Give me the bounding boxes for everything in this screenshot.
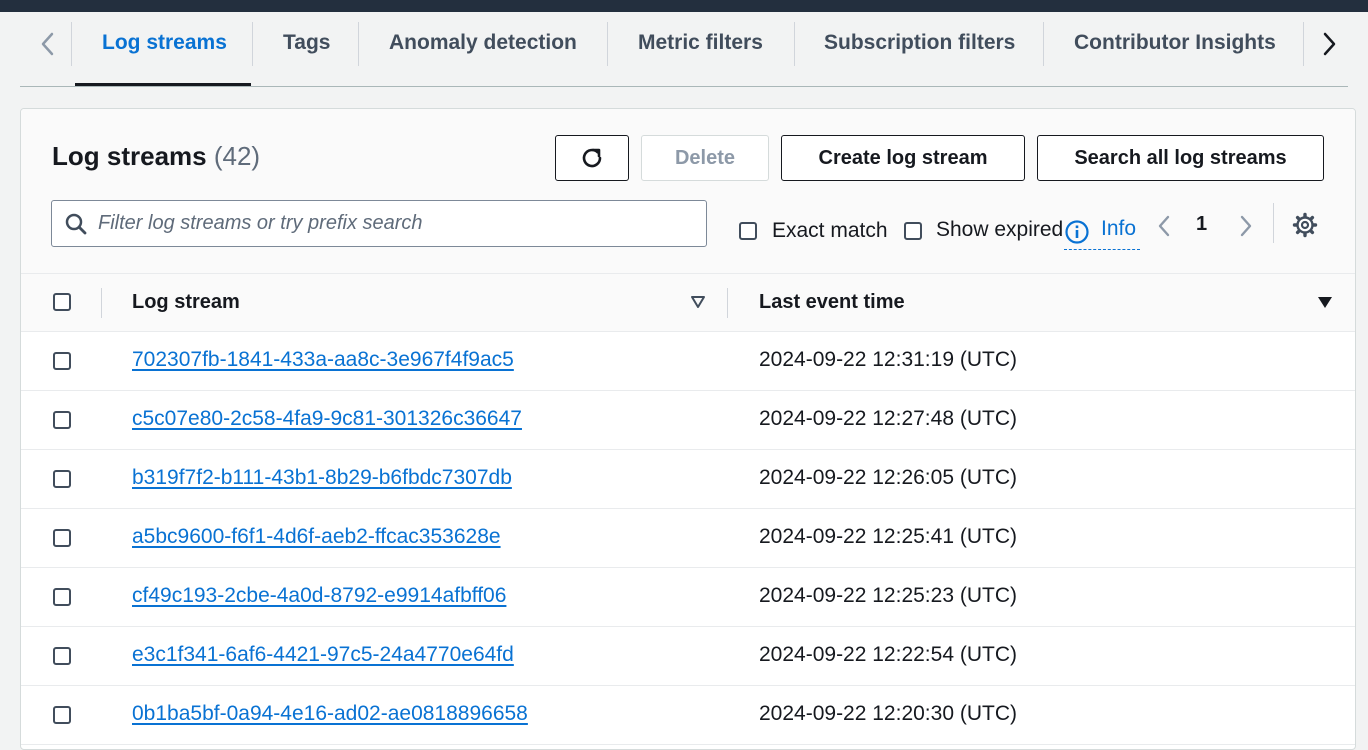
log-stream-link[interactable]: cf49c193-2cbe-4a0d-8792-e9914afbff06 [132,584,506,608]
filter-search-box [51,200,707,247]
tab-scroll-left-button[interactable] [36,30,60,58]
current-page-number[interactable]: 1 [1196,213,1207,236]
sort-down-filled-icon[interactable] [1317,295,1333,309]
tab-divider [1303,22,1304,66]
log-streams-panel: Log streams (42) Delete Create log strea… [20,108,1356,750]
tab-log-streams[interactable]: Log streams [102,24,227,62]
column-divider [727,288,728,318]
last-event-time: 2024-09-22 12:26:05 (UTC) [759,466,1017,489]
show-expired-checkbox[interactable] [904,222,922,240]
gear-icon [1292,212,1318,238]
row-checkbox[interactable] [53,470,71,488]
log-stream-link[interactable]: a5bc9600-f6f1-4d6f-aeb2-ffcac353628e [132,525,501,549]
tab-scroll-right-button[interactable] [1317,30,1341,58]
table-row: 702307fb-1841-433a-aa8c-3e967f4f9ac5 202… [21,332,1355,391]
delete-button[interactable]: Delete [641,135,769,181]
log-stream-link[interactable]: 702307fb-1841-433a-aa8c-3e967f4f9ac5 [132,348,514,372]
info-link-label: Info [1101,217,1137,240]
log-stream-link[interactable]: c5c07e80-2c58-4fa9-9c81-301326c36647 [132,407,522,431]
panel-title: Log streams (42) [52,141,260,172]
tab-metric-filters[interactable]: Metric filters [638,24,763,62]
last-event-time: 2024-09-22 12:25:23 (UTC) [759,584,1017,607]
table-row: c5c07e80-2c58-4fa9-9c81-301326c36647 202… [21,391,1355,450]
table-row: e3c1f341-6af6-4421-97c5-24a4770e64fd 202… [21,627,1355,686]
tab-bar: Log streams Tags Anomaly detection Metri… [20,12,1348,87]
last-event-time: 2024-09-22 12:25:41 (UTC) [759,525,1017,548]
chevron-right-icon [1240,215,1252,237]
pagination-divider [1273,203,1274,243]
table-row: a5bc9600-f6f1-4d6f-aeb2-ffcac353628e 202… [21,509,1355,568]
tab-tags[interactable]: Tags [283,24,330,62]
tab-divider [252,22,253,66]
last-event-time: 2024-09-22 12:22:54 (UTC) [759,643,1017,666]
log-stream-link[interactable]: e3c1f341-6af6-4421-97c5-24a4770e64fd [132,643,514,667]
tab-divider [71,22,72,66]
sort-down-outline-icon[interactable] [690,295,706,309]
refresh-icon [582,148,602,168]
active-tab-indicator [75,83,251,86]
last-event-time: 2024-09-22 12:27:48 (UTC) [759,407,1017,430]
row-checkbox[interactable] [53,706,71,724]
filter-log-streams-input[interactable] [98,207,694,240]
column-divider [101,288,102,318]
row-checkbox[interactable] [53,647,71,665]
table-row: 0b1ba5bf-0a94-4e16-ad02-ae0818896658 202… [21,686,1355,745]
refresh-button[interactable] [555,135,629,181]
row-checkbox[interactable] [53,529,71,547]
create-log-stream-button[interactable]: Create log stream [781,135,1025,181]
tab-divider [607,22,608,66]
next-page-button[interactable] [1236,212,1256,240]
table-header: Log stream Last event time [21,274,1355,332]
log-stream-count: (42) [213,141,261,171]
search-icon [65,213,87,235]
exact-match-label: Exact match [772,219,888,242]
info-icon [1065,220,1089,244]
panel-header: Log streams (42) Delete Create log strea… [21,109,1355,274]
tab-divider [358,22,359,66]
tab-divider [794,22,795,66]
column-header-last-event-time[interactable]: Last event time [759,291,905,314]
exact-match-checkbox[interactable] [739,222,757,240]
table-preferences-button[interactable] [1292,212,1318,238]
chevron-left-icon [1158,215,1170,237]
show-expired-label: Show expired [936,218,1064,241]
row-checkbox[interactable] [53,411,71,429]
row-checkbox[interactable] [53,352,71,370]
select-all-checkbox[interactable] [53,293,71,311]
info-link[interactable]: Info [1064,217,1140,250]
tab-subscription-filters[interactable]: Subscription filters [824,24,1015,62]
row-checkbox[interactable] [53,588,71,606]
log-stream-link[interactable]: b319f7f2-b111-43b1-8b29-b6fbdc7307db [132,466,512,490]
chevron-left-icon [41,32,54,56]
console-top-bar [0,0,1368,12]
last-event-time: 2024-09-22 12:20:30 (UTC) [759,702,1017,725]
previous-page-button[interactable] [1154,212,1174,240]
chevron-right-icon [1323,32,1336,56]
log-stream-link[interactable]: 0b1ba5bf-0a94-4e16-ad02-ae0818896658 [132,702,528,726]
table-row: b319f7f2-b111-43b1-8b29-b6fbdc7307db 202… [21,450,1355,509]
table-row: cf49c193-2cbe-4a0d-8792-e9914afbff06 202… [21,568,1355,627]
tab-anomaly-detection[interactable]: Anomaly detection [389,24,577,62]
panel-title-text: Log streams [52,141,207,171]
last-event-time: 2024-09-22 12:31:19 (UTC) [759,348,1017,371]
tab-contributor-insights[interactable]: Contributor Insights [1074,24,1276,62]
column-header-log-stream[interactable]: Log stream [132,291,240,314]
tab-divider [1043,22,1044,66]
search-all-log-streams-button[interactable]: Search all log streams [1037,135,1324,181]
